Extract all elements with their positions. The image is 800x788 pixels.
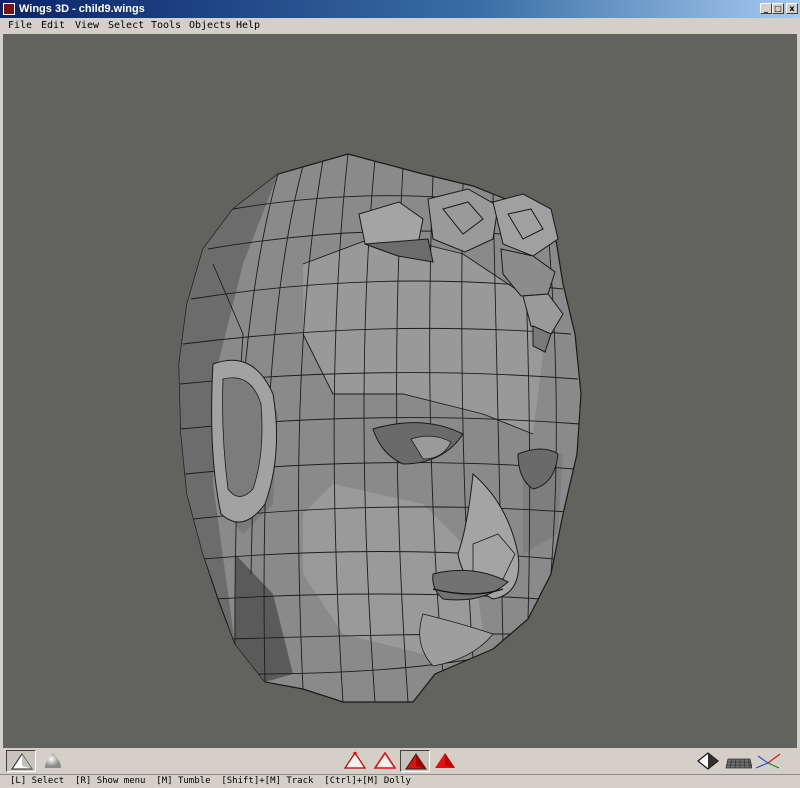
- geometry-viewport[interactable]: [3, 34, 797, 748]
- bottom-toolbar: [0, 748, 800, 774]
- flat-shading-icon[interactable]: [6, 750, 36, 772]
- axes-icon[interactable]: [752, 750, 782, 772]
- menu-select[interactable]: Select: [108, 18, 144, 34]
- wireframe-toggle-icon[interactable]: [694, 750, 724, 772]
- status-bar: [L] Select [R] Show menu [M] Tumble [Shi…: [0, 774, 800, 788]
- app-icon[interactable]: [3, 3, 15, 15]
- vertex-select-mode-icon[interactable]: [340, 750, 370, 772]
- body-select-mode-icon[interactable]: [430, 750, 460, 772]
- head-model: [178, 153, 582, 703]
- face-select-mode-icon[interactable]: [400, 750, 430, 772]
- menu-objects[interactable]: Objects: [189, 18, 231, 34]
- menu-edit[interactable]: Edit: [41, 18, 65, 34]
- menu-tools[interactable]: Tools: [151, 18, 181, 34]
- menu-bar: File Edit View Select Tools Objects Help: [0, 18, 800, 34]
- status-text: [L] Select [R] Show menu [M] Tumble [Shi…: [10, 776, 411, 786]
- minimize-button[interactable]: _: [760, 3, 772, 14]
- smooth-shading-icon[interactable]: [38, 750, 68, 772]
- edge-select-mode-icon[interactable]: [370, 750, 400, 772]
- close-button[interactable]: x: [786, 3, 798, 14]
- window-title: Wings 3D - child9.wings: [19, 3, 145, 15]
- menu-file[interactable]: File: [8, 18, 32, 34]
- maximize-button[interactable]: □: [772, 3, 784, 14]
- ground-grid-icon[interactable]: [722, 750, 752, 772]
- menu-help[interactable]: Help: [236, 18, 260, 34]
- menu-view[interactable]: View: [75, 18, 99, 34]
- title-bar[interactable]: Wings 3D - child9.wings _ □ x: [0, 0, 800, 18]
